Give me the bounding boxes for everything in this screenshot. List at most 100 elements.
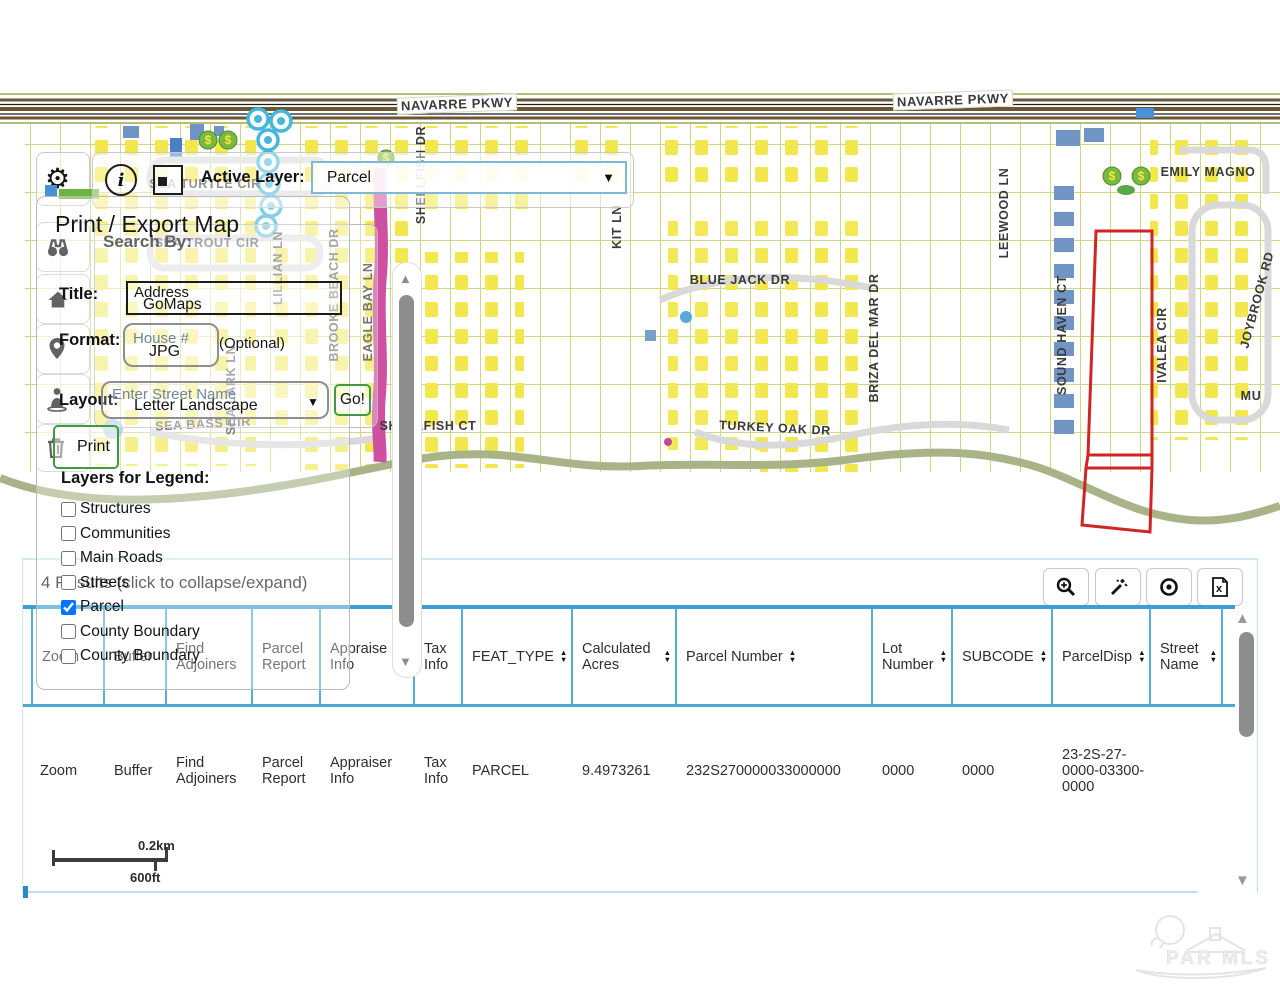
print-button[interactable]: Print (53, 425, 119, 469)
legend-layer-communities[interactable]: Communities (61, 522, 200, 547)
svg-text:$: $ (225, 133, 232, 147)
scale-km-label: 0.2km (138, 838, 175, 853)
center-target-button[interactable] (1146, 568, 1192, 606)
layer-checkbox-label: Structures (80, 500, 151, 518)
row-action-buffer[interactable]: Buffer (105, 707, 167, 835)
column-header-lot-number[interactable]: Lot Number ▲▼ (873, 609, 953, 704)
watermark-text: PAR MLS (1166, 948, 1271, 969)
street-search-go-button[interactable]: Go! (334, 384, 371, 416)
scroll-down-icon[interactable]: ▼ (1235, 872, 1250, 889)
legend-layer-main-roads[interactable]: Main Roads (61, 546, 200, 571)
layer-checkbox-label: Communities (80, 525, 170, 543)
svg-text:x: x (1216, 583, 1223, 595)
layer-checkbox-label: Main Roads (80, 549, 163, 567)
sort-icon[interactable]: ▲▼ (560, 650, 567, 663)
layer-checkbox[interactable] (61, 575, 76, 590)
sort-icon[interactable]: ▲▼ (664, 650, 671, 663)
street-label: BLUE JACK DR (690, 273, 790, 287)
layer-checkbox[interactable] (61, 526, 76, 541)
print-dialog-title: Print / Export Map (55, 211, 239, 238)
row-action-parcel-report[interactable]: Parcel Report (253, 707, 321, 835)
export-excel-button[interactable]: x (1197, 568, 1243, 606)
legend-layer-structures[interactable]: Structures (61, 497, 200, 522)
scrollbar-thumb[interactable] (399, 295, 414, 627)
dialog-scrollbar[interactable]: ▲ ▼ (392, 262, 422, 678)
magic-wand-button[interactable] (1095, 568, 1141, 606)
info-icon[interactable]: i (105, 164, 137, 196)
map-title-value: GoMaps (143, 296, 202, 314)
legend-title: Layers for Legend: (61, 469, 210, 488)
street-label: EMILY MAGNO (1161, 165, 1256, 179)
layer-checkbox-label: County Boundary (80, 623, 200, 641)
legend-layer-county-boundary[interactable]: County Boundary (61, 620, 200, 645)
chevron-down-icon: ▼ (602, 170, 615, 185)
legend-layer-list: Structures Communities Main Roads Streets Pa… (61, 497, 200, 669)
active-layer-value: Parcel (327, 169, 371, 187)
excel-file-icon: x (1208, 575, 1232, 599)
legend-layer-parcel[interactable]: Parcel (61, 595, 200, 620)
column-header-parceldisp[interactable]: ParcelDisp▲▼ (1053, 609, 1151, 704)
street-label: LEEWOOD LN (997, 168, 1011, 259)
column-header-calculated-acres[interactable]: Calculated Acres ▲▼ (573, 609, 677, 704)
results-scrollbar-thumb[interactable] (1239, 632, 1254, 737)
format-value: JPG (149, 343, 180, 361)
chevron-down-icon: ▼ (307, 395, 319, 409)
mls-watermark-logo: PAR MLS (1118, 912, 1278, 984)
sort-icon[interactable]: ▲▼ (1210, 650, 1217, 663)
street-name-input[interactable]: Enter Street Name Letter Landscape ▼ (101, 381, 329, 419)
layer-icon[interactable] (153, 165, 183, 195)
row-cell: 9.4973261 (573, 707, 677, 835)
column-header-label: Calculated Acres (582, 641, 658, 673)
zoom-in-icon (1054, 575, 1078, 599)
sort-icon[interactable]: ▲▼ (789, 650, 796, 663)
layer-checkbox[interactable] (61, 502, 76, 517)
row-action-appraiser-info[interactable]: Appraiser Info (321, 707, 415, 835)
layout-value: Letter Landscape (134, 397, 258, 415)
sort-icon[interactable]: ▲▼ (1040, 650, 1047, 663)
street-label: MU (1241, 389, 1262, 403)
column-header-street-name[interactable]: Street Name ▲▼ (1151, 609, 1223, 704)
column-header-subcode[interactable]: SUBCODE▲▼ (953, 609, 1053, 704)
layer-checkbox-label: Streets (80, 574, 129, 592)
row-cell: 0000 (873, 707, 953, 835)
scroll-up-icon[interactable]: ▲ (1235, 610, 1250, 627)
layer-checkbox-label: County Boundary (80, 647, 200, 665)
svg-text:$: $ (1109, 169, 1116, 183)
street-label: SOUND HAVEN CT (1055, 275, 1069, 395)
layer-checkbox[interactable] (61, 600, 76, 615)
active-layer-dropdown[interactable]: Parcel ▼ (311, 161, 627, 194)
sort-icon[interactable]: ▲▼ (940, 650, 947, 663)
map-title-input[interactable]: Address GoMaps (126, 281, 342, 315)
legend-layer-streets[interactable]: Streets (61, 571, 200, 596)
layer-checkbox[interactable] (61, 551, 76, 566)
map-scale-bar: 0.2km 600ft (50, 836, 200, 884)
column-header-label: Lot Number (882, 641, 934, 673)
layer-checkbox-label: Parcel (80, 598, 124, 616)
street-label: KIT LN (610, 205, 624, 249)
legend-layer-county-boundary[interactable]: County Boundary (61, 644, 200, 669)
svg-text:$: $ (205, 133, 212, 147)
column-header-parcel-number[interactable]: Parcel Number ▲▼ (677, 609, 873, 704)
zoom-to-results-button[interactable] (1043, 568, 1089, 606)
format-field-label: Format: (59, 331, 120, 350)
layer-checkbox[interactable] (61, 649, 76, 664)
column-header-feat-type[interactable]: FEAT_TYPE▲▼ (463, 609, 573, 704)
layer-checkbox[interactable] (61, 624, 76, 639)
sort-icon[interactable]: ▲▼ (1138, 650, 1145, 663)
active-layer-label: Active Layer: (201, 168, 305, 187)
scroll-down-icon[interactable]: ▼ (399, 654, 412, 669)
column-header-label: Street Name (1160, 641, 1204, 673)
row-cell: 232S270000033000000 (677, 707, 873, 835)
row-cell: 23-2S-27-0000-03300-0000 (1053, 707, 1151, 835)
row-cell: PARCEL (463, 707, 573, 835)
scroll-up-icon[interactable]: ▲ (399, 271, 412, 286)
column-header-label: Parcel Number (686, 649, 783, 665)
row-cell: 0000 (953, 707, 1053, 835)
house-number-input[interactable]: House # JPG (123, 323, 219, 367)
title-field-label: Title: (59, 285, 98, 304)
row-action-tax-info[interactable]: Tax Info (415, 707, 463, 835)
row-action-find-adjoiners[interactable]: Find Adjoiners (167, 707, 253, 835)
optional-label: (Optional) (219, 335, 285, 352)
target-icon (1157, 575, 1181, 599)
row-action-zoom[interactable]: Zoom (31, 707, 105, 835)
